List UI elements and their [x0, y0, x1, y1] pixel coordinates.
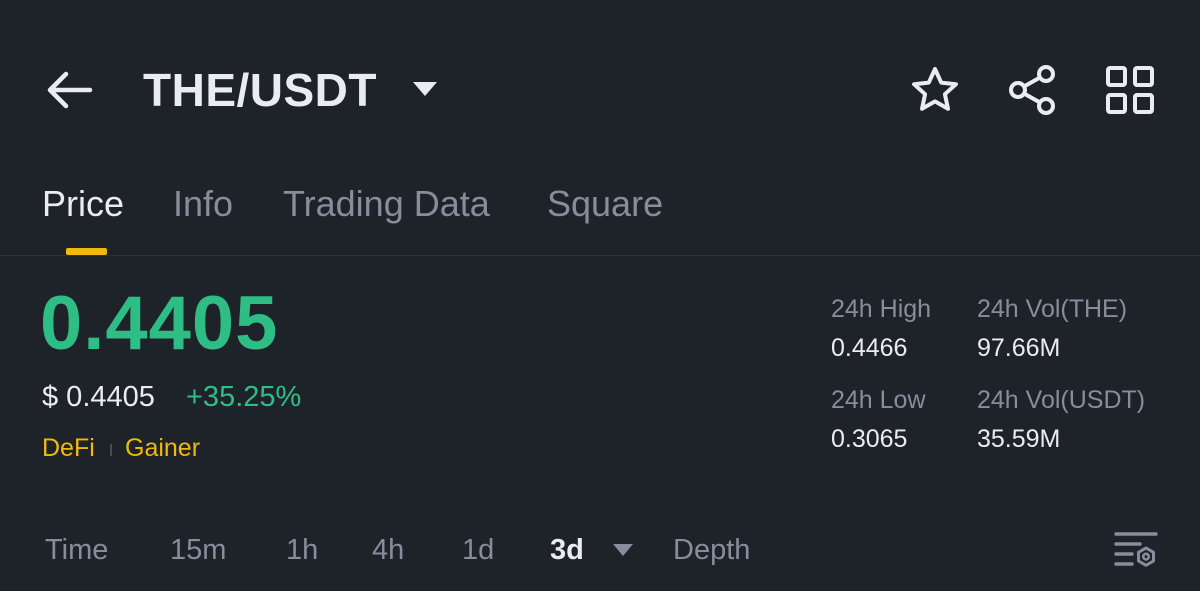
tab-price[interactable]: Price [42, 182, 124, 226]
interval-15m[interactable]: 15m [170, 531, 226, 569]
interval-3d[interactable]: 3d [550, 531, 584, 569]
tabs-divider [0, 255, 1200, 256]
last-price: 0.4405 [40, 281, 279, 366]
stat-24h-vol-quote-value: 35.59M [977, 425, 1061, 453]
stat-24h-low-label: 24h Low [831, 386, 926, 414]
grid-menu-icon[interactable] [1105, 65, 1155, 115]
interval-caret-down-icon[interactable] [612, 543, 634, 557]
back-arrow-icon[interactable] [44, 68, 94, 112]
share-icon[interactable] [1006, 64, 1058, 116]
stat-24h-low-value: 0.3065 [831, 425, 908, 453]
tag-separator [110, 444, 112, 456]
tab-trading-data[interactable]: Trading Data [283, 182, 490, 226]
pair-title[interactable]: THE/USDT [143, 62, 377, 118]
interval-4h[interactable]: 4h [372, 531, 404, 569]
interval-1h[interactable]: 1h [286, 531, 318, 569]
active-tab-indicator [66, 248, 107, 255]
chart-settings-icon[interactable] [1114, 530, 1158, 570]
interval-depth[interactable]: Depth [673, 531, 750, 569]
tag-defi[interactable]: DeFi [42, 433, 95, 463]
stat-24h-vol-base-label: 24h Vol(THE) [977, 295, 1128, 323]
interval-time[interactable]: Time [45, 531, 108, 569]
stat-24h-vol-quote-label: 24h Vol(USDT) [977, 386, 1146, 414]
caret-down-icon[interactable] [412, 80, 438, 98]
usd-price: $ 0.4405 [42, 381, 155, 413]
interval-1d[interactable]: 1d [462, 531, 494, 569]
tab-info[interactable]: Info [173, 182, 233, 226]
star-icon[interactable] [909, 65, 961, 115]
price-change-percent: +35.25% [186, 381, 302, 413]
tag-gainer[interactable]: Gainer [125, 433, 200, 463]
stat-24h-high-value: 0.4466 [831, 334, 908, 362]
stat-24h-high-label: 24h High [831, 295, 932, 323]
stat-24h-vol-base-value: 97.66M [977, 334, 1061, 362]
tab-square[interactable]: Square [547, 182, 663, 226]
